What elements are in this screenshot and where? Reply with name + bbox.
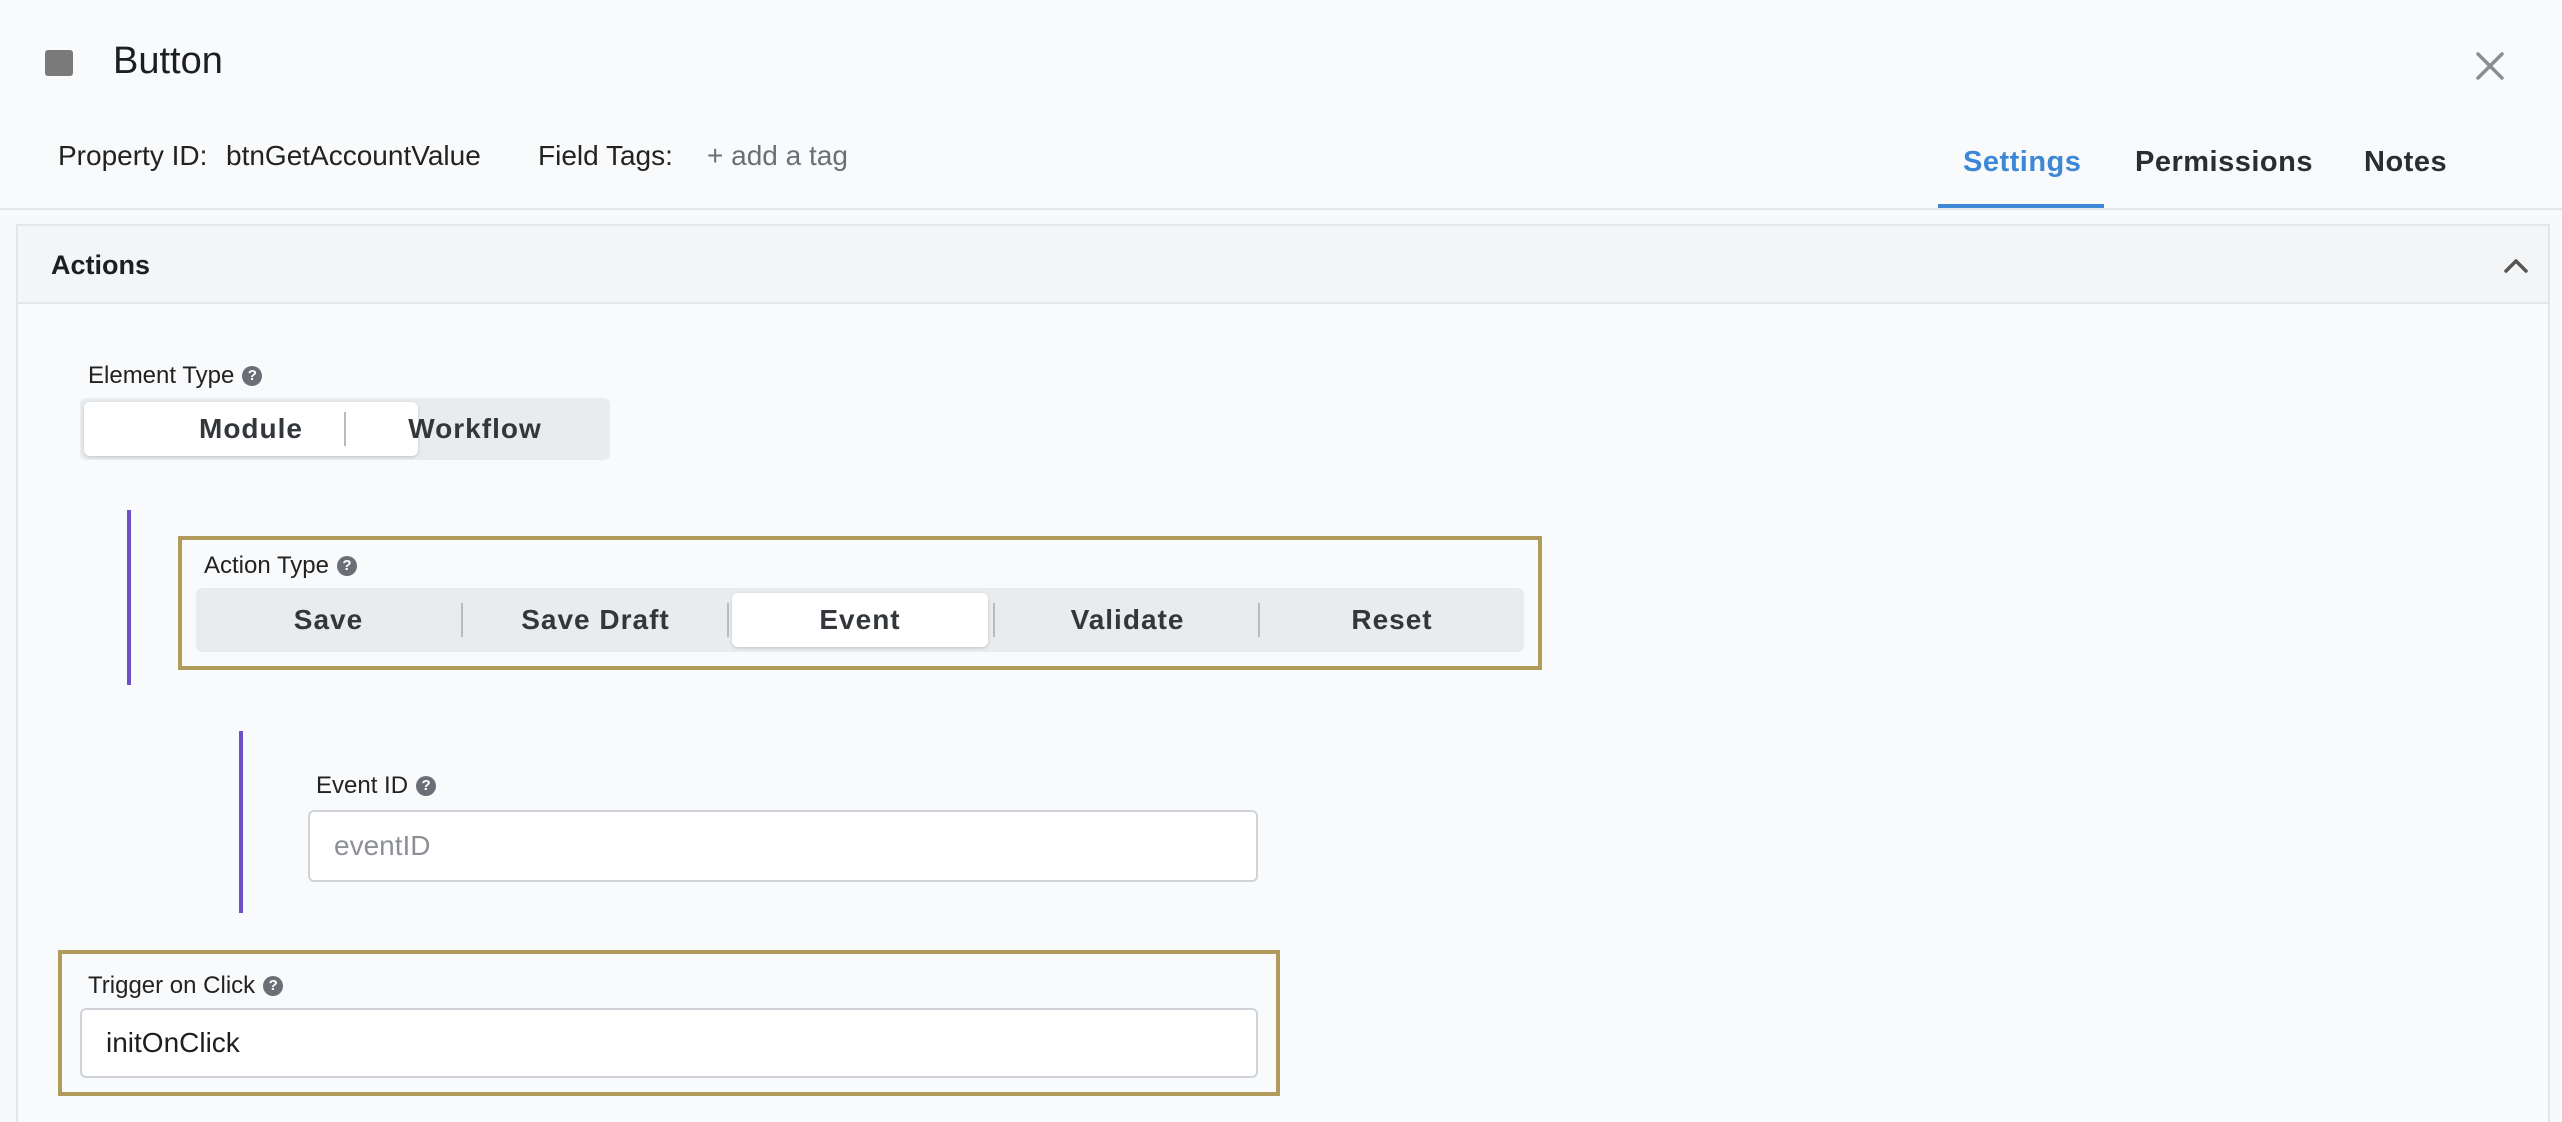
tab-notes[interactable]: Notes	[2364, 146, 2447, 179]
help-circle-icon[interactable]: ?	[242, 366, 263, 386]
chevron-up-icon[interactable]	[2500, 250, 2532, 282]
help-circle-icon[interactable]: ?	[336, 556, 357, 576]
tab-settings[interactable]: Settings	[1963, 146, 2081, 179]
active-tab-indicator	[1938, 204, 2104, 208]
segment-divider	[727, 603, 729, 637]
action-event-button[interactable]: Event	[732, 593, 988, 647]
event-id-label: Event ID ?	[316, 772, 437, 800]
property-id-label: Property ID:	[58, 140, 208, 171]
modal-header: Button Property ID: btnGetAccountValue F…	[0, 0, 2562, 210]
action-reset-button[interactable]: Reset	[1260, 593, 1524, 647]
event-id-input[interactable]: eventID	[308, 810, 1258, 882]
tab-permissions[interactable]: Permissions	[2135, 146, 2313, 179]
element-type-label: Element Type ?	[88, 362, 263, 390]
element-type-toggle: Module Workflow	[80, 398, 610, 460]
help-circle-icon[interactable]: ?	[263, 976, 284, 996]
element-type-label-text: Element Type	[88, 362, 235, 389]
modal-title: Button	[113, 40, 223, 82]
action-type-label-text: Action Type	[204, 552, 329, 579]
actions-panel-header[interactable]: Actions	[18, 226, 2548, 304]
trigger-label-text: Trigger on Click	[88, 972, 256, 999]
event-id-label-text: Event ID	[316, 772, 409, 799]
action-type-toggle: Save Save Draft Event Validate Reset	[196, 588, 1524, 652]
trigger-on-click-input[interactable]: initOnClick	[80, 1008, 1258, 1078]
add-tag-link[interactable]: + add a tag	[707, 140, 848, 172]
branch-line	[239, 731, 243, 913]
field-tags-label: Field Tags:	[538, 140, 673, 171]
panel-title: Actions	[51, 250, 151, 280]
branch-line	[127, 510, 131, 685]
trigger-label: Trigger on Click ?	[88, 972, 284, 1000]
help-circle-icon[interactable]: ?	[416, 776, 437, 796]
action-type-label: Action Type ?	[204, 552, 357, 580]
element-type-workflow-button[interactable]: Workflow	[344, 402, 606, 456]
action-validate-button[interactable]: Validate	[995, 593, 1260, 647]
property-id-value: btnGetAccountValue	[226, 140, 481, 171]
action-save-draft-button[interactable]: Save Draft	[463, 593, 728, 647]
square-icon	[45, 50, 73, 76]
action-save-button[interactable]: Save	[196, 593, 461, 647]
close-icon[interactable]	[2468, 44, 2512, 88]
